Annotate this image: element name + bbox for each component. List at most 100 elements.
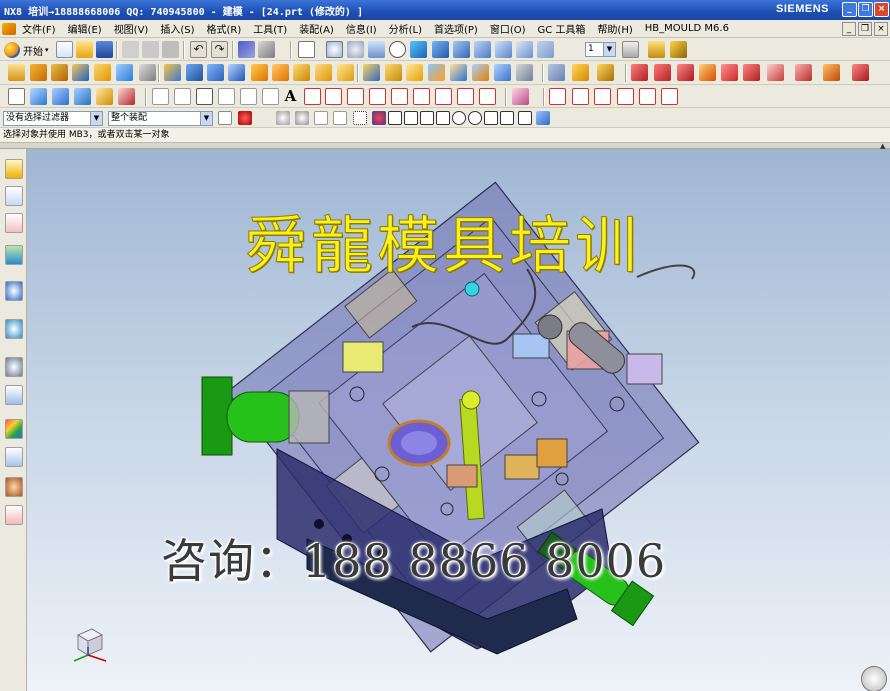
existing-point-snap-icon[interactable] xyxy=(484,111,498,125)
sphere-icon[interactable] xyxy=(139,64,156,81)
thread-icon[interactable] xyxy=(516,64,533,81)
selection-scope-select[interactable]: 整个装配 ▼ xyxy=(108,111,213,126)
select-curves-icon[interactable] xyxy=(314,111,328,125)
swept-icon[interactable] xyxy=(74,88,91,105)
menu-analysis[interactable]: 分析(L) xyxy=(383,21,428,36)
save-icon[interactable] xyxy=(96,41,113,58)
through-curves-icon[interactable] xyxy=(30,88,47,105)
doc-close-button[interactable]: × xyxy=(874,22,888,36)
start-button[interactable]: 开始 ▾ xyxy=(4,41,49,59)
rectangle-select-icon[interactable] xyxy=(353,111,367,125)
type-filter-select[interactable]: 没有选择过滤器 ▼ xyxy=(3,111,103,126)
doc-minimize-button[interactable]: _ xyxy=(842,22,856,36)
mold-standard-part-icon[interactable] xyxy=(699,64,716,81)
close-button[interactable]: × xyxy=(874,2,889,17)
block-icon[interactable] xyxy=(72,64,89,81)
menu-help[interactable]: 帮助(H) xyxy=(591,21,638,36)
intersect-icon[interactable] xyxy=(293,64,310,81)
minimize-button[interactable]: _ xyxy=(842,2,857,17)
offset-curve-icon[interactable] xyxy=(304,88,321,105)
isoparametric-curve-icon[interactable] xyxy=(435,88,452,105)
curve-length-icon[interactable] xyxy=(594,88,611,105)
hole-icon[interactable] xyxy=(164,64,181,81)
view-iso-icon[interactable] xyxy=(432,41,449,58)
color-palette-icon[interactable] xyxy=(5,419,23,439)
bounded-plane-icon[interactable] xyxy=(96,88,113,105)
draft-icon[interactable] xyxy=(428,64,445,81)
subtract-icon[interactable] xyxy=(272,64,289,81)
cylinder-icon[interactable] xyxy=(94,64,111,81)
drafting-icon[interactable] xyxy=(5,505,23,525)
control-point-snap-icon[interactable] xyxy=(420,111,434,125)
constraint-navigator-icon[interactable] xyxy=(5,213,23,233)
point-on-surface-snap-icon[interactable] xyxy=(518,111,532,125)
view-top-icon[interactable] xyxy=(453,41,470,58)
wcs-icon[interactable] xyxy=(648,41,665,58)
cut-icon[interactable] xyxy=(122,41,139,58)
mold-bom-icon[interactable] xyxy=(823,64,840,81)
menu-hb-mould[interactable]: HB_MOULD M6.6 xyxy=(639,23,735,34)
menu-edit[interactable]: 编辑(E) xyxy=(62,21,108,36)
menu-assemblies[interactable]: 装配(A) xyxy=(293,21,340,36)
point-snap-icon[interactable] xyxy=(372,111,386,125)
menu-gc-toolkit[interactable]: GC 工具箱 xyxy=(532,21,592,36)
web-browser-icon[interactable] xyxy=(5,281,23,301)
pocket-icon[interactable] xyxy=(207,64,224,81)
rectangle-icon[interactable] xyxy=(196,88,213,105)
mold-wizard-icon[interactable] xyxy=(631,64,648,81)
fit-icon[interactable] xyxy=(298,41,315,58)
bridge-curve-icon[interactable] xyxy=(325,88,342,105)
new-icon[interactable] xyxy=(56,41,73,58)
point-on-curve-snap-icon[interactable] xyxy=(500,111,514,125)
join-curve-icon[interactable] xyxy=(617,88,634,105)
wrap-curve-icon[interactable] xyxy=(457,88,474,105)
rotate-icon[interactable] xyxy=(389,41,406,58)
chamfer-icon[interactable] xyxy=(385,64,402,81)
move-face-icon[interactable] xyxy=(548,64,565,81)
menu-information[interactable]: 信息(I) xyxy=(340,21,383,36)
section-curve-icon[interactable] xyxy=(413,88,430,105)
polygon-icon[interactable] xyxy=(218,88,235,105)
arc-center-snap-icon[interactable] xyxy=(452,111,466,125)
general-filter-icon[interactable] xyxy=(218,111,232,125)
sketch-icon[interactable] xyxy=(8,64,25,81)
boss-icon[interactable] xyxy=(186,64,203,81)
doc-restore-button[interactable]: ❐ xyxy=(858,22,872,36)
split-body-icon[interactable] xyxy=(337,64,354,81)
menu-preferences[interactable]: 首选项(P) xyxy=(428,21,484,36)
view-bottom-icon[interactable] xyxy=(537,41,554,58)
view-front-icon[interactable] xyxy=(474,41,491,58)
restore-button[interactable]: ❐ xyxy=(858,2,873,17)
spline-icon[interactable] xyxy=(240,88,257,105)
app-icon[interactable] xyxy=(2,22,16,35)
process-studio-icon[interactable] xyxy=(5,385,23,405)
shell-icon[interactable] xyxy=(406,64,423,81)
curve-analysis-icon[interactable] xyxy=(512,88,529,105)
shaded-icon[interactable] xyxy=(410,41,427,58)
view-triad[interactable] xyxy=(70,621,110,663)
menu-format[interactable]: 格式(R) xyxy=(201,21,248,36)
paste-icon[interactable] xyxy=(162,41,179,58)
trim-curve-icon[interactable] xyxy=(549,88,566,105)
revolve-icon[interactable] xyxy=(51,64,68,81)
layer-select[interactable]: 1 ▼ xyxy=(585,42,616,57)
bounded-grid-snap-icon[interactable] xyxy=(536,111,550,125)
midpoint-snap-icon[interactable] xyxy=(404,111,418,125)
fillet-curve-icon[interactable] xyxy=(661,88,678,105)
mold-parting-icon[interactable] xyxy=(654,64,671,81)
trim-body-icon[interactable] xyxy=(315,64,332,81)
helix-icon[interactable] xyxy=(262,88,279,105)
menu-tools[interactable]: 工具(T) xyxy=(247,21,293,36)
datum-plane-icon[interactable] xyxy=(8,88,25,105)
combined-curve-icon[interactable] xyxy=(479,88,496,105)
system-materials-icon[interactable] xyxy=(5,447,23,467)
pad-icon[interactable] xyxy=(228,64,245,81)
intersection-snap-icon[interactable] xyxy=(436,111,450,125)
zoom-icon[interactable] xyxy=(326,41,343,58)
clock-icon[interactable] xyxy=(5,357,23,377)
copy-icon[interactable] xyxy=(142,41,159,58)
show-hide-icon[interactable] xyxy=(258,41,275,58)
project-curve-icon[interactable] xyxy=(347,88,364,105)
unite-icon[interactable] xyxy=(251,64,268,81)
endpoint-snap-icon[interactable] xyxy=(388,111,402,125)
